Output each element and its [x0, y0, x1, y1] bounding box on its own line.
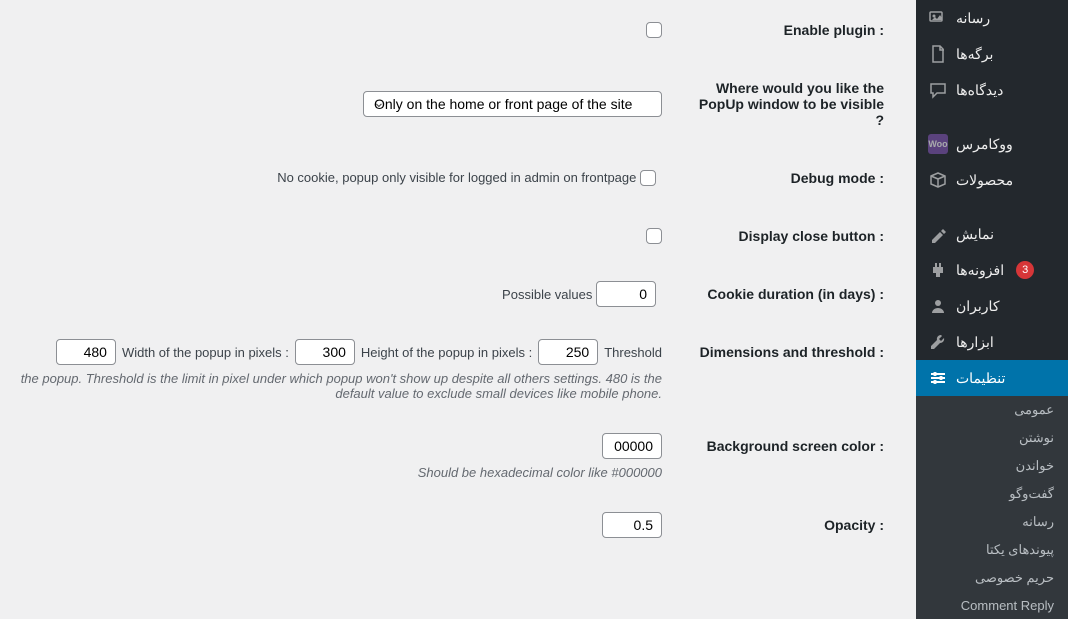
pages-icon	[928, 44, 948, 64]
sidebar-item-plugins[interactable]: 3 افزونه‌ها	[916, 252, 1068, 288]
plugins-icon	[928, 260, 948, 280]
debug-mode-checkbox[interactable]	[640, 170, 656, 186]
sidebar-item-label: افزونه‌ها	[956, 262, 1004, 279]
submenu-writing[interactable]: نوشتن	[916, 424, 1068, 452]
height-label: Height of the popup in pixels :	[361, 345, 532, 360]
sidebar-item-label: ابزارها	[956, 334, 994, 351]
sidebar-item-appearance[interactable]: نمایش	[916, 216, 1068, 252]
sidebar-item-settings[interactable]: تنظیمات	[916, 360, 1068, 396]
sidebar-item-comments[interactable]: دیدگاه‌ها	[916, 72, 1068, 108]
dimensions-label: Dimensions and threshold :	[674, 324, 894, 416]
width-input[interactable]	[56, 339, 116, 365]
submenu-reading[interactable]: خواندن	[916, 452, 1068, 480]
submenu-permalinks[interactable]: پیوندهای یکتا	[916, 536, 1068, 564]
submenu-general[interactable]: عمومی	[916, 396, 1068, 424]
visible-where-select[interactable]: Only on the home or front page of the si…	[363, 91, 662, 117]
display-close-checkbox[interactable]	[646, 228, 662, 244]
settings-icon	[928, 368, 948, 388]
height-input[interactable]	[295, 339, 355, 365]
sidebar-item-media[interactable]: رسانه	[916, 0, 1068, 36]
threshold-label: Threshold	[604, 345, 662, 360]
display-close-label: Display close button :	[674, 208, 894, 264]
sidebar-item-label: تنظیمات	[956, 370, 1005, 387]
enable-plugin-checkbox[interactable]	[646, 22, 662, 38]
bg-color-hint: Should be hexadecimal color like #000000	[12, 465, 662, 480]
cookie-duration-label: Cookie duration (in days) :	[674, 266, 894, 322]
plugins-badge: 3	[1016, 261, 1034, 279]
debug-mode-hint: No cookie, popup only visible for logged…	[277, 170, 636, 185]
enable-plugin-label: Enable plugin :	[674, 2, 894, 58]
debug-mode-label: Debug mode :	[674, 150, 894, 206]
tools-icon	[928, 332, 948, 352]
settings-form: Enable plugin : Only on the home or fron…	[0, 0, 916, 583]
woocommerce-icon: Woo	[928, 134, 948, 154]
cookie-duration-hint: Possible values	[502, 287, 592, 302]
width-label: Width of the popup in pixels :	[122, 345, 289, 360]
visible-where-label: Where would you like the PopUp window to…	[674, 60, 894, 148]
sidebar-item-label: دیدگاه‌ها	[956, 82, 1003, 99]
admin-sidebar: رسانه برگه‌ها دیدگاه‌ها ووکامرس Woo محصو…	[916, 0, 1068, 583]
submenu-media[interactable]: رسانه	[916, 508, 1068, 536]
sidebar-item-label: ووکامرس	[956, 136, 1013, 153]
sidebar-item-label: کاربران	[956, 298, 999, 315]
sidebar-item-label: برگه‌ها	[956, 46, 993, 63]
threshold-input[interactable]	[538, 339, 598, 365]
bg-color-input[interactable]	[602, 433, 662, 459]
bg-color-label: Background screen color :	[674, 418, 894, 495]
dimensions-hint: the popup. Threshold is the limit in pix…	[12, 371, 662, 401]
opacity-label: Opacity :	[674, 497, 894, 553]
sidebar-item-label: رسانه	[956, 10, 990, 27]
sidebar-item-users[interactable]: کاربران	[916, 288, 1068, 324]
sidebar-item-woocommerce[interactable]: ووکامرس Woo	[916, 126, 1068, 162]
submenu-privacy[interactable]: حریم خصوصی	[916, 564, 1068, 592]
cookie-duration-input[interactable]	[596, 281, 656, 307]
opacity-input[interactable]	[602, 512, 662, 538]
products-icon	[928, 170, 948, 190]
appearance-icon	[928, 224, 948, 244]
sidebar-item-products[interactable]: محصولات	[916, 162, 1068, 198]
settings-submenu: عمومی نوشتن خواندن گفت‌وگو رسانه پیوندها…	[916, 396, 1068, 619]
sidebar-item-label: محصولات	[956, 172, 1013, 189]
media-icon	[928, 8, 948, 28]
sidebar-item-pages[interactable]: برگه‌ها	[916, 36, 1068, 72]
comments-icon	[928, 80, 948, 100]
sidebar-item-label: نمایش	[956, 226, 994, 243]
users-icon	[928, 296, 948, 316]
submenu-comment-reply[interactable]: Comment Reply	[916, 592, 1068, 619]
sidebar-item-tools[interactable]: ابزارها	[916, 324, 1068, 360]
submenu-discussion[interactable]: گفت‌وگو	[916, 480, 1068, 508]
